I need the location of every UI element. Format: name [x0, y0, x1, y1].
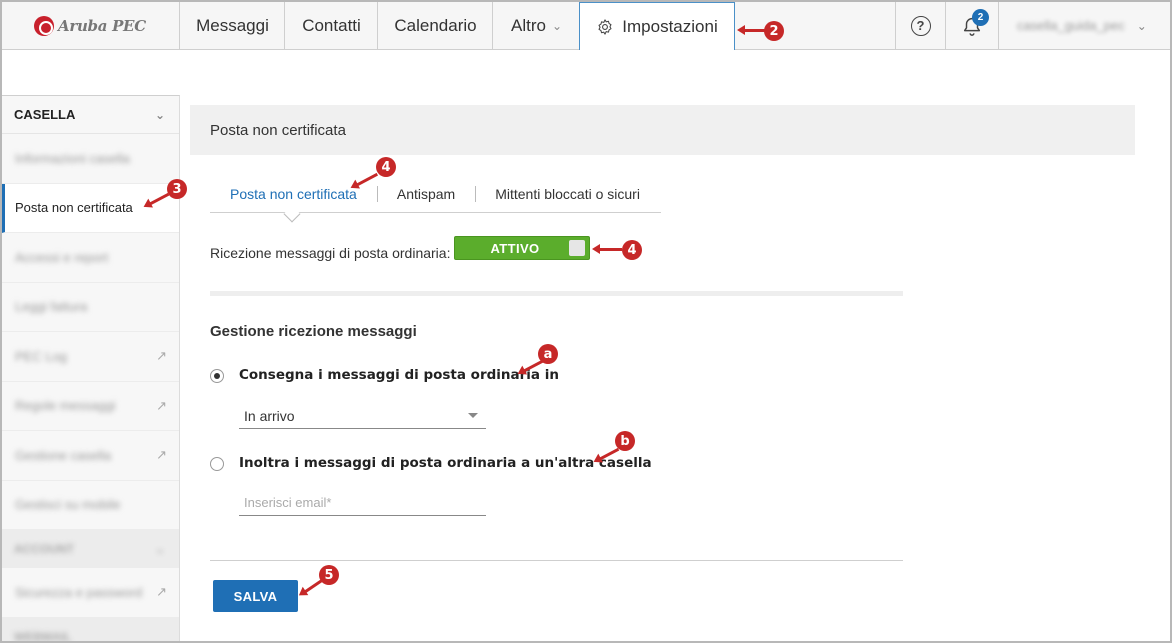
gear-icon — [598, 18, 612, 35]
sidebar-item-label: Gestione casella — [15, 447, 112, 463]
external-link-icon: ↗ — [156, 348, 167, 364]
option-consegna-label[interactable]: Consegna i messaggi di posta ordinaria i… — [239, 367, 559, 383]
sidebar-item-leggi-fattura[interactable]: Leggi fattura — [2, 283, 179, 332]
aruba-logo[interactable]: Aruba PEC — [34, 14, 146, 38]
save-button[interactable]: SALVA — [213, 580, 298, 612]
sidebar-section-account[interactable]: ACCOUNT ⌄ — [2, 530, 179, 568]
annotation-marker-4: 4 — [376, 157, 396, 177]
sidebar-item-label: Posta non certificata — [15, 200, 133, 216]
sidebar-item-mobile[interactable]: Gestisci su mobile — [2, 481, 179, 530]
ricezione-toggle[interactable]: ATTIVO — [454, 236, 590, 260]
dropdown-arrow-icon — [468, 413, 478, 418]
subtab-posta-non-certificata[interactable]: Posta non certificata — [210, 177, 377, 211]
app-window: Aruba PEC Messaggi Contatti Calendario A… — [0, 0, 1172, 643]
sidebar-item-posta-non-certificata[interactable]: Posta non certificata — [2, 183, 179, 233]
top-navigation: Aruba PEC Messaggi Contatti Calendario A… — [2, 2, 1170, 50]
subtab-mittenti[interactable]: Mittenti bloccati o sicuri — [475, 177, 660, 211]
logo-text: Aruba PEC — [58, 17, 146, 35]
annotation-marker-4: 4 — [622, 240, 642, 260]
user-menu[interactable]: casella_guida_pec ⌄ — [998, 2, 1170, 49]
email-input[interactable] — [239, 490, 486, 516]
section-divider — [210, 291, 903, 296]
chevron-down-icon: ⌄ — [551, 18, 563, 33]
sidebar-item-regole[interactable]: Regole messaggi ↗ — [2, 382, 179, 431]
radio-inoltra[interactable] — [210, 457, 224, 471]
sidebar-item-label: Sicurezza e password — [15, 584, 143, 600]
tab-label: Contatti — [302, 15, 361, 35]
annotation-marker-b: b — [615, 431, 635, 451]
user-name: casella_guida_pec — [1017, 18, 1125, 33]
annotation-arrow — [592, 244, 622, 253]
sidebar-section-title: WEBMAIL — [14, 629, 72, 643]
section-title: Gestione ricezione messaggi — [210, 323, 417, 340]
sidebar-item-pec-log[interactable]: PEC Log ↗ — [2, 332, 179, 382]
tab-contatti[interactable]: Contatti — [284, 2, 378, 49]
chevron-down-icon: ⌄ — [154, 107, 165, 122]
sidebar-item-label: Accessi e report — [15, 249, 109, 265]
toggle-knob — [569, 240, 585, 256]
sidebar-item-label: Gestisci su mobile — [15, 497, 121, 513]
sidebar-section-title: CASELLA — [14, 107, 76, 122]
tab-calendario[interactable]: Calendario — [377, 2, 493, 49]
sidebar-item-informazioni[interactable]: Informazioni casella — [2, 134, 179, 184]
annotation-marker-a: a — [538, 344, 558, 364]
tab-label: Altro — [510, 15, 546, 35]
settings-subtabs: Posta non certificata Antispam Mittenti … — [210, 175, 661, 213]
external-link-icon: ↗ — [156, 397, 167, 413]
sidebar-item-label: PEC Log — [15, 348, 68, 364]
notifications-button[interactable]: 2 — [945, 2, 998, 49]
sidebar-section-title: ACCOUNT — [14, 542, 74, 556]
folder-select[interactable]: In arrivo — [239, 403, 486, 429]
ricezione-label: Ricezione messaggi di posta ordinaria: — [210, 245, 451, 261]
tab-label: Messaggi — [196, 15, 269, 35]
chevron-down-icon: ⌄ — [1136, 18, 1147, 33]
sidebar-item-label: Informazioni casella — [15, 150, 130, 166]
sidebar-item-accessi[interactable]: Accessi e report — [2, 233, 179, 283]
aruba-logo-icon — [34, 16, 54, 36]
tab-label: Calendario — [394, 15, 477, 35]
sidebar-item-label: Leggi fattura — [15, 299, 88, 315]
select-value: In arrivo — [244, 407, 295, 424]
settings-sidebar: CASELLA ⌄ Informazioni casella Posta non… — [2, 95, 180, 643]
section-divider — [210, 560, 903, 561]
help-button[interactable]: ? — [895, 2, 945, 49]
external-link-icon: ↗ — [156, 447, 167, 463]
tab-altro[interactable]: Altro ⌄ — [492, 2, 580, 49]
tab-messaggi[interactable]: Messaggi — [179, 2, 285, 49]
sidebar-item-sicurezza[interactable]: Sicurezza e password ↗ — [2, 568, 179, 618]
tab-impostazioni[interactable]: Impostazioni — [579, 2, 735, 50]
radio-consegna[interactable] — [210, 369, 224, 383]
option-inoltra-label[interactable]: Inoltra i messaggi di posta ordinaria a … — [239, 455, 652, 471]
chevron-down-icon: ⌄ — [154, 542, 165, 556]
sidebar-section-casella[interactable]: CASELLA ⌄ — [2, 96, 179, 134]
annotation-marker-5: 5 — [319, 565, 339, 585]
sidebar-item-gestione[interactable]: Gestione casella ↗ — [2, 431, 179, 481]
page-title: Posta non certificata — [190, 105, 1135, 155]
annotation-arrow — [303, 578, 323, 594]
notification-badge: 2 — [972, 9, 989, 26]
sidebar-item-label: Regole messaggi — [15, 398, 116, 414]
subtab-antispam[interactable]: Antispam — [376, 177, 475, 211]
sidebar-section-webmail[interactable]: WEBMAIL — [2, 617, 179, 643]
tab-label: Impostazioni — [622, 16, 718, 36]
external-link-icon: ↗ — [156, 584, 167, 600]
help-icon: ? — [910, 15, 931, 36]
